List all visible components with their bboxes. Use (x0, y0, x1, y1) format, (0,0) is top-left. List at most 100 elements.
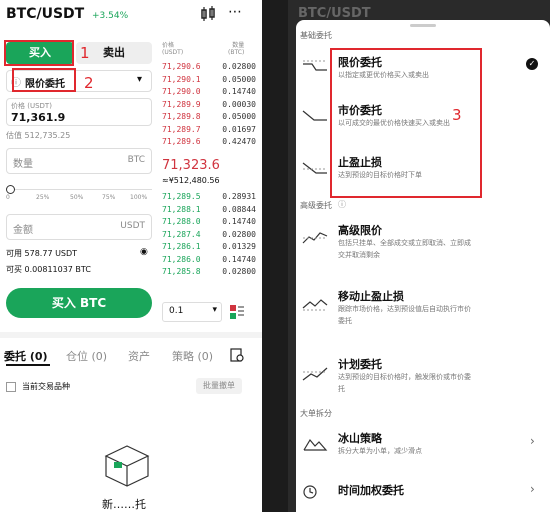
orderbook-row[interactable]: 71,286.1 0.01329 (162, 242, 256, 254)
pair-title[interactable]: BTC/USDT (6, 6, 84, 22)
order-type-sheet-screen: BTC/USDT 基础委托 3 限价委托 以指定或更优价格买入或卖出 ✓ 市价委… (288, 0, 550, 512)
orderbook-price: 71,290.6 (162, 62, 201, 71)
orderbook-qty: 0.05000 (222, 74, 256, 84)
orderbook-price: 71,289.9 (162, 99, 201, 109)
option-limit-order[interactable]: 限价委托 以指定或更优价格买入或卖出 ✓ (302, 52, 550, 92)
price-input[interactable]: 价格 (USDT) 71,361.9 (6, 98, 152, 126)
option-desc: 拆分大单为小单，减少滑点 (338, 447, 422, 455)
orderbook-price: 71,286.0 (162, 254, 201, 264)
option-stop-order[interactable]: 止盈止损 达到预设的目标价格时下单 (302, 152, 502, 192)
market-order-icon (302, 108, 328, 124)
option-title: 市价委托 (338, 104, 382, 117)
orderbook-row[interactable]: 71,289.6 0.42470 (162, 137, 256, 149)
option-desc: 跟踪市场价格，达到预设值后自动执行市价 (338, 305, 471, 313)
tab-strategies[interactable]: 策略 (0) (172, 348, 213, 364)
chevron-right-icon: › (530, 434, 535, 448)
orderbook-qty: 0.08844 (222, 204, 256, 214)
orderbook-qty: 0.02800 (222, 267, 256, 276)
orderbook-layout-icon[interactable] (230, 304, 244, 323)
order-history-icon[interactable] (230, 347, 244, 366)
orderbook-qty: 0.14740 (222, 87, 256, 96)
orderbook-row[interactable]: 71,289.8 0.05000 (162, 112, 256, 124)
option-title: 移动止盈止损 (338, 290, 404, 303)
spot-trade-screen: BTC/USDT +3.54% ⋯ 买入 卖出 1 ⓘ 限价委托 ▾ 2 价格 … (0, 0, 262, 512)
orderbook-price: 71,286.1 (162, 242, 201, 251)
option-desc: 委托 (338, 317, 352, 325)
advanced-limit-icon (302, 230, 328, 246)
empty-box-icon (102, 440, 152, 492)
info-icon[interactable]: ⓘ (338, 199, 346, 210)
orderbook-price: 71,289.8 (162, 112, 201, 121)
orderbook-price: 71,285.8 (162, 267, 201, 276)
buy-btc-button[interactable]: 买入 BTC (6, 288, 152, 318)
orderbook-row[interactable]: 71,290.0 0.14740 (162, 87, 256, 99)
limit-order-icon (302, 58, 328, 74)
estimate-value: 估值 512,735.25 (6, 131, 71, 140)
tab-orders[interactable]: 委托 (0) (4, 348, 48, 364)
empty-state-text: 新……托 (102, 498, 146, 511)
orderbook-row[interactable]: 71,290.1 0.05000 (162, 75, 256, 87)
trailing-stop-icon (302, 296, 328, 312)
option-title: 止盈止损 (338, 156, 382, 169)
orderbook-price: 71,288.0 (162, 217, 201, 226)
orderbook-price: 71,290.1 (162, 74, 201, 84)
current-pair-checkbox[interactable] (6, 382, 16, 392)
orderbook-price: 71,289.6 (162, 137, 201, 146)
cancel-all-button[interactable]: 批量撤单 (196, 378, 242, 394)
chevron-right-icon: › (530, 482, 535, 496)
orderbook-row[interactable]: 71,285.8 0.02800 (162, 267, 256, 279)
last-price[interactable]: 71,323.6 (162, 158, 220, 173)
slider-mark: 50% (70, 194, 84, 201)
orderbook-qty: 0.02800 (222, 229, 256, 239)
option-desc: 达到预设的目标价格时下单 (338, 171, 422, 179)
option-iceberg[interactable]: 冰山策略 拆分大单为小单，减少滑点 › (302, 428, 542, 464)
option-title: 计划委托 (338, 358, 382, 371)
quantity-input[interactable]: 数量 BTC (6, 148, 152, 174)
orderbook-row[interactable]: 71,288.0 0.14740 (162, 217, 256, 229)
amount-input[interactable]: 金额 USDT (6, 214, 152, 240)
orderbook-row[interactable]: 71,288.1 0.08844 (162, 205, 256, 217)
slider-thumb[interactable] (6, 185, 15, 194)
orderbook-row[interactable]: 71,290.6 0.02800 (162, 62, 256, 74)
basic-section-title: 基础委托 (300, 31, 332, 40)
max-buy: 可买 0.00811037 BTC (6, 265, 91, 274)
orderbook-qty: 0.02800 (222, 62, 256, 71)
target-icon[interactable]: ◉ (140, 247, 148, 257)
option-advanced-limit[interactable]: 高级限价 包括只挂单、全部成交或立即取消、立即成 交并取消剩余 (302, 220, 542, 266)
option-trailing-stop[interactable]: 移动止盈止损 跟踪市场价格，达到预设值后自动执行市价 委托 (302, 286, 542, 332)
option-twap[interactable]: 时间加权委托 › (302, 480, 542, 512)
highlight-box-1 (4, 40, 74, 66)
advanced-section-title: 高级委托 (300, 201, 332, 210)
orderbook-row[interactable]: 71,286.0 0.14740 (162, 255, 256, 267)
available-balance: 可用 578.77 USDT (6, 249, 78, 258)
last-price-fiat: ≈¥512,480.56 (162, 176, 220, 185)
chevron-down-icon: ▾ (137, 74, 143, 85)
option-desc: 以可成交的最优价格快速买入或卖出 (338, 119, 450, 127)
order-type-sheet: 基础委托 3 限价委托 以指定或更优价格买入或卖出 ✓ 市价委托 以可成交的最优… (296, 20, 550, 512)
depth-value: 0.1 (169, 306, 184, 316)
slider-mark: 25% (36, 194, 50, 201)
sheet-handle[interactable] (410, 24, 436, 27)
orderbook-row[interactable]: 71,289.5 0.28931 (162, 192, 256, 204)
tab-assets[interactable]: 资产 (128, 348, 150, 364)
iceberg-icon (302, 436, 328, 452)
orderbook-row[interactable]: 71,287.4 0.02800 (162, 230, 256, 242)
candlestick-chart-icon[interactable] (200, 6, 216, 26)
more-icon[interactable]: ⋯ (228, 4, 242, 20)
tab-positions[interactable]: 仓位 (0) (66, 348, 107, 364)
slider-mark: 75% (102, 194, 116, 201)
highlight-box-2 (12, 68, 76, 92)
orderbook-qty: 0.00030 (222, 99, 256, 109)
slider-mark: 100% (130, 194, 148, 201)
option-trigger-order[interactable]: 计划委托 达到预设的目标价格时，触发限价或市价委 托 (302, 354, 542, 400)
option-market-order[interactable]: 市价委托 以可成交的最优价格快速买入或卖出 (302, 100, 502, 140)
option-desc: 以指定或更优价格买入或卖出 (338, 71, 429, 79)
depth-select[interactable]: 0.1 ▾ (162, 302, 222, 322)
orderbook-price: 71,289.7 (162, 124, 201, 134)
price-change: +3.54% (92, 11, 129, 21)
chevron-down-icon: ▾ (212, 305, 217, 315)
orderbook-row[interactable]: 71,289.9 0.00030 (162, 100, 256, 112)
split-section-title: 大单拆分 (300, 409, 332, 418)
annotation-2: 2 (84, 74, 94, 92)
orderbook-row[interactable]: 71,289.7 0.01697 (162, 125, 256, 137)
